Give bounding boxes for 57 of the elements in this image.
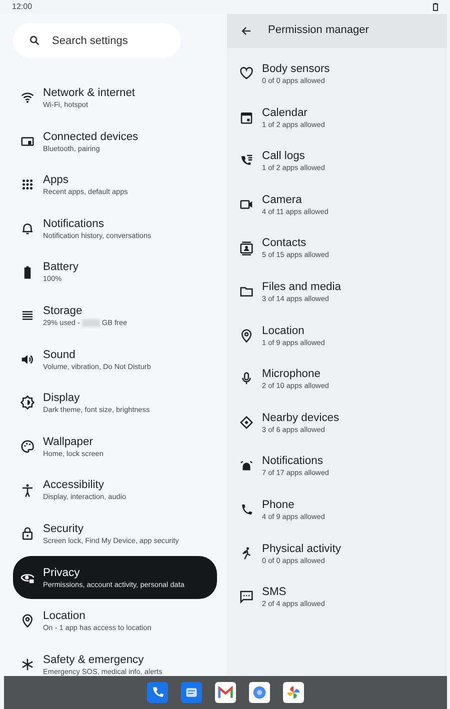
item-title: Location	[43, 609, 86, 624]
folder-icon	[239, 284, 254, 300]
contact-card-icon	[239, 240, 254, 256]
phone-app-icon[interactable]	[147, 682, 168, 703]
item-title: Contacts	[262, 236, 308, 250]
wifi-icon	[20, 90, 35, 106]
item-title: Microphone	[262, 367, 322, 382]
item-title: Phone	[262, 498, 296, 512]
item-title: Camera	[262, 192, 303, 207]
item-title: Network & internet	[43, 86, 136, 100]
item-title: Files and media	[262, 280, 341, 294]
calendar-icon	[239, 110, 254, 125]
back-arrow-icon[interactable]	[240, 25, 252, 37]
bell-icon	[20, 221, 35, 236]
asterisk-icon	[20, 657, 35, 672]
message-icon	[239, 589, 254, 604]
diamond-icon	[239, 415, 254, 430]
pinwheel-app-icon[interactable]	[283, 682, 304, 703]
phone-icon	[239, 502, 254, 518]
item-title: Notifications	[262, 454, 324, 468]
message-app-icon[interactable]	[181, 682, 202, 703]
heart-icon	[239, 66, 254, 82]
item-title: Call logs	[262, 149, 306, 164]
lock-icon	[20, 526, 35, 542]
figure-icon	[20, 482, 35, 498]
item-title: Calendar	[262, 106, 308, 120]
item-title: Physical activity	[262, 542, 341, 556]
item-title: Privacy	[43, 566, 81, 580]
search-field[interactable]: Search settings	[13, 23, 181, 58]
item-title: Body sensors	[262, 62, 330, 76]
item-title: Connected devices	[43, 130, 138, 144]
mail-app-icon[interactable]	[215, 682, 236, 703]
battery-icon	[433, 3, 438, 11]
redaction-blur	[82, 318, 100, 327]
page-title: Permission manager	[268, 24, 369, 38]
status-time: 12:00	[12, 1, 32, 13]
item-title: Nearby devices	[262, 410, 340, 425]
item-title: Display	[43, 391, 81, 406]
location-pin-icon	[239, 328, 254, 343]
item-title: Security	[43, 522, 84, 536]
brightness-icon	[20, 395, 35, 410]
browser-app-icon[interactable]	[249, 682, 270, 703]
item-title: Storage	[43, 304, 84, 318]
item-title: Battery	[43, 260, 78, 274]
item-title: Accessibility	[43, 478, 105, 492]
grid-icon	[20, 177, 35, 192]
item-title: Wallpaper	[43, 434, 94, 449]
item-title: Sound	[43, 348, 76, 362]
location-pin-icon	[20, 613, 35, 628]
item-title: Safety & emergency	[43, 652, 145, 667]
item-title: Location	[262, 324, 306, 338]
search-icon	[29, 35, 40, 46]
microphone-icon	[239, 371, 254, 386]
item-title: Notifications	[43, 216, 105, 231]
palette-icon	[20, 439, 35, 454]
item-title: SMS	[262, 585, 288, 600]
item-title: Apps	[43, 173, 70, 188]
